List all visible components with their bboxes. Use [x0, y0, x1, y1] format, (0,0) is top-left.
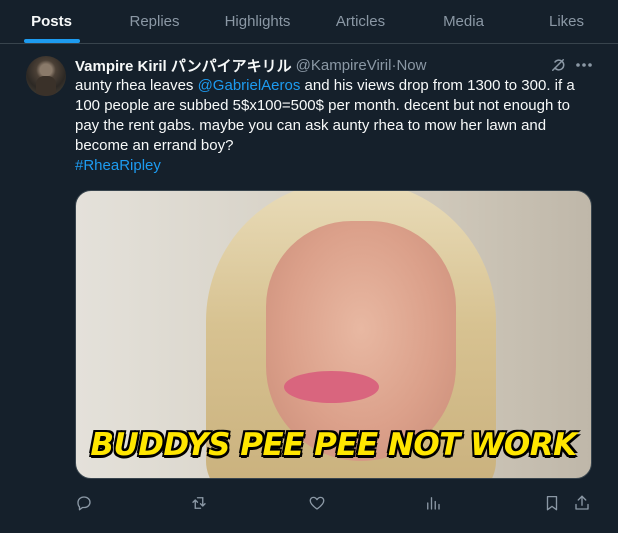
post-text-part1: aunty rhea leaves — [75, 77, 198, 94]
post[interactable]: Vampire Kiril パンパイアキリル @KampireViril · N… — [0, 0, 618, 533]
media-image[interactable]: BUDDYS PEE PEE NOT WORK — [75, 190, 592, 479]
image-lips — [284, 371, 379, 403]
hashtag-link[interactable]: #RheaRipley — [75, 157, 161, 174]
more-icon[interactable] — [574, 56, 594, 74]
repost-icon[interactable] — [190, 494, 210, 514]
like-icon[interactable] — [308, 494, 328, 514]
views-icon[interactable] — [424, 494, 444, 514]
share-icon[interactable] — [573, 494, 593, 514]
post-text: aunty rhea leaves @GabrielAeros and his … — [75, 76, 595, 176]
avatar[interactable] — [26, 56, 66, 96]
media-caption: BUDDYS PEE PEE NOT WORK — [90, 427, 577, 463]
post-header: Vampire Kiril パンパイアキリル @KampireViril · N… — [75, 55, 426, 75]
timestamp[interactable]: Now — [396, 57, 426, 74]
display-name[interactable]: Vampire Kiril パンパイアキリル — [75, 55, 292, 76]
reply-icon[interactable] — [75, 494, 95, 514]
image-face — [266, 221, 456, 461]
bookmark-icon[interactable] — [543, 494, 563, 514]
handle[interactable]: @KampireViril — [296, 57, 392, 74]
mention-link[interactable]: @GabrielAeros — [198, 77, 301, 94]
action-bar — [0, 494, 618, 514]
grok-icon[interactable] — [549, 56, 567, 74]
